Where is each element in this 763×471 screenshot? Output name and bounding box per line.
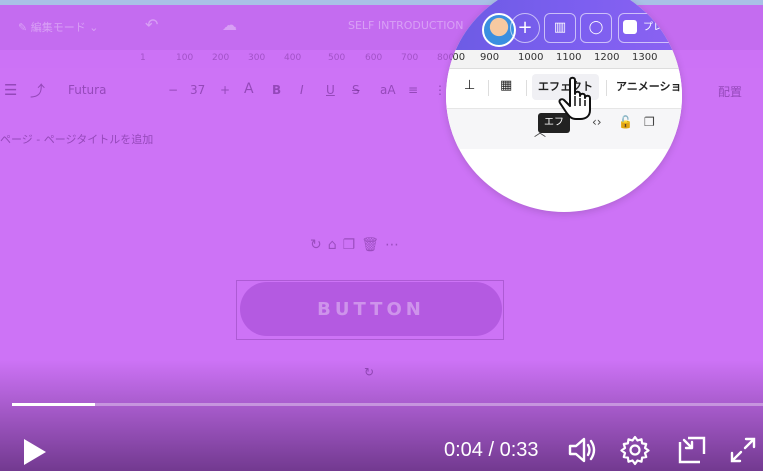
ruler-tick: 1300 [632, 52, 658, 63]
canvas-button-element[interactable]: BUTTON [240, 282, 502, 336]
duration: 0:33 [499, 439, 539, 461]
ruler-tick: 500 [328, 53, 346, 63]
lock-icon[interactable]: 🔓 [618, 115, 633, 129]
ruler-tick: 1200 [594, 52, 620, 63]
text-spacing-icon[interactable]: ⊥ [464, 78, 475, 93]
ruler-tick: 900 [480, 52, 500, 63]
edit-mode-label: 編集モード [30, 21, 86, 34]
ruler-tick: 300 [248, 53, 266, 63]
volume-icon[interactable] [566, 434, 598, 466]
time-display: 0:04 / 0:33 [444, 439, 539, 462]
ruler-tick: 1100 [556, 52, 582, 63]
ruler-tick: 700 [401, 53, 419, 63]
list-icon[interactable]: ⋮ [434, 83, 446, 97]
current-time: 0:04 [444, 439, 483, 461]
hand-cursor-icon [558, 76, 591, 120]
toolbar-divider [526, 80, 527, 96]
play-icon[interactable] [18, 436, 50, 468]
ruler-tick: 200 [212, 53, 230, 63]
cloud-save-icon: ☁ [222, 16, 237, 34]
ruler-tick: 100 [176, 53, 194, 63]
magnified-ruler: 800 900 1000 1100 1200 1300 [446, 50, 682, 69]
comment-icon[interactable]: ◯ [580, 13, 612, 43]
pip-icon[interactable] [676, 434, 708, 466]
toolbar-divider [488, 80, 489, 96]
transparency-icon[interactable]: ▦ [500, 78, 512, 93]
present-label: プレゼンテーション [643, 22, 682, 33]
settings-icon[interactable] [619, 434, 651, 466]
menu-icon[interactable]: ☰ [4, 81, 17, 99]
page-title[interactable]: ページ - ページタイトルを追加 [0, 131, 153, 147]
text-color-icon[interactable]: A [244, 81, 254, 97]
ruler-tick: 600 [365, 53, 383, 63]
undo-icon[interactable]: ↶ [145, 15, 158, 34]
trash-icon[interactable]: 🗑 [361, 237, 385, 253]
underline-icon[interactable]: U [326, 83, 335, 97]
toolbar-divider [606, 80, 607, 96]
ruler-tick: 400 [284, 53, 302, 63]
animation-button[interactable]: アニメーション [616, 74, 682, 100]
duplicate-icon[interactable]: ❐ [343, 237, 362, 253]
ruler-tick: 1000 [518, 52, 544, 63]
ruler-tick: 800 [446, 52, 466, 63]
align-icon[interactable]: ≡ [408, 83, 418, 97]
duplicate-icon[interactable]: ❐ [644, 115, 655, 129]
element-floating-toolbar: ↻⌂❐🗑⋯ [310, 237, 405, 253]
arrange-button[interactable]: 配置 [718, 83, 742, 100]
italic-icon[interactable]: I [300, 83, 304, 97]
ruler-tick: 1 [140, 53, 146, 63]
present-icon [623, 20, 637, 34]
font-size-decrease-icon[interactable]: − [168, 83, 178, 97]
magnified-top-bar: + ▥ ◯ プレゼンテーション [446, 0, 682, 50]
font-size-increase-icon[interactable]: + [220, 83, 230, 97]
case-icon[interactable]: aA [380, 83, 396, 97]
refresh-icon[interactable]: ↻ [310, 237, 328, 253]
lock-icon[interactable]: ⌂ [328, 237, 343, 253]
progress-bar[interactable] [12, 403, 763, 406]
font-size-input[interactable]: 37 [190, 83, 205, 97]
curve-icon[interactable]: ⤴ [30, 80, 45, 101]
more-icon[interactable]: ⋯ [385, 237, 405, 253]
present-button[interactable]: プレゼンテーション [618, 13, 682, 43]
font-family-select[interactable]: Futura [68, 83, 106, 97]
analytics-icon[interactable]: ▥ [544, 13, 576, 43]
edit-mode-menu[interactable]: ✎ 編集モード ⌄ [18, 19, 98, 35]
time-separator: / [488, 439, 495, 461]
fullscreen-icon[interactable] [727, 434, 759, 466]
add-collaborator-button[interactable]: + [510, 13, 540, 43]
strikethrough-icon[interactable]: S [352, 83, 360, 97]
progress-fill [12, 403, 95, 406]
bold-icon[interactable]: B [272, 83, 281, 97]
